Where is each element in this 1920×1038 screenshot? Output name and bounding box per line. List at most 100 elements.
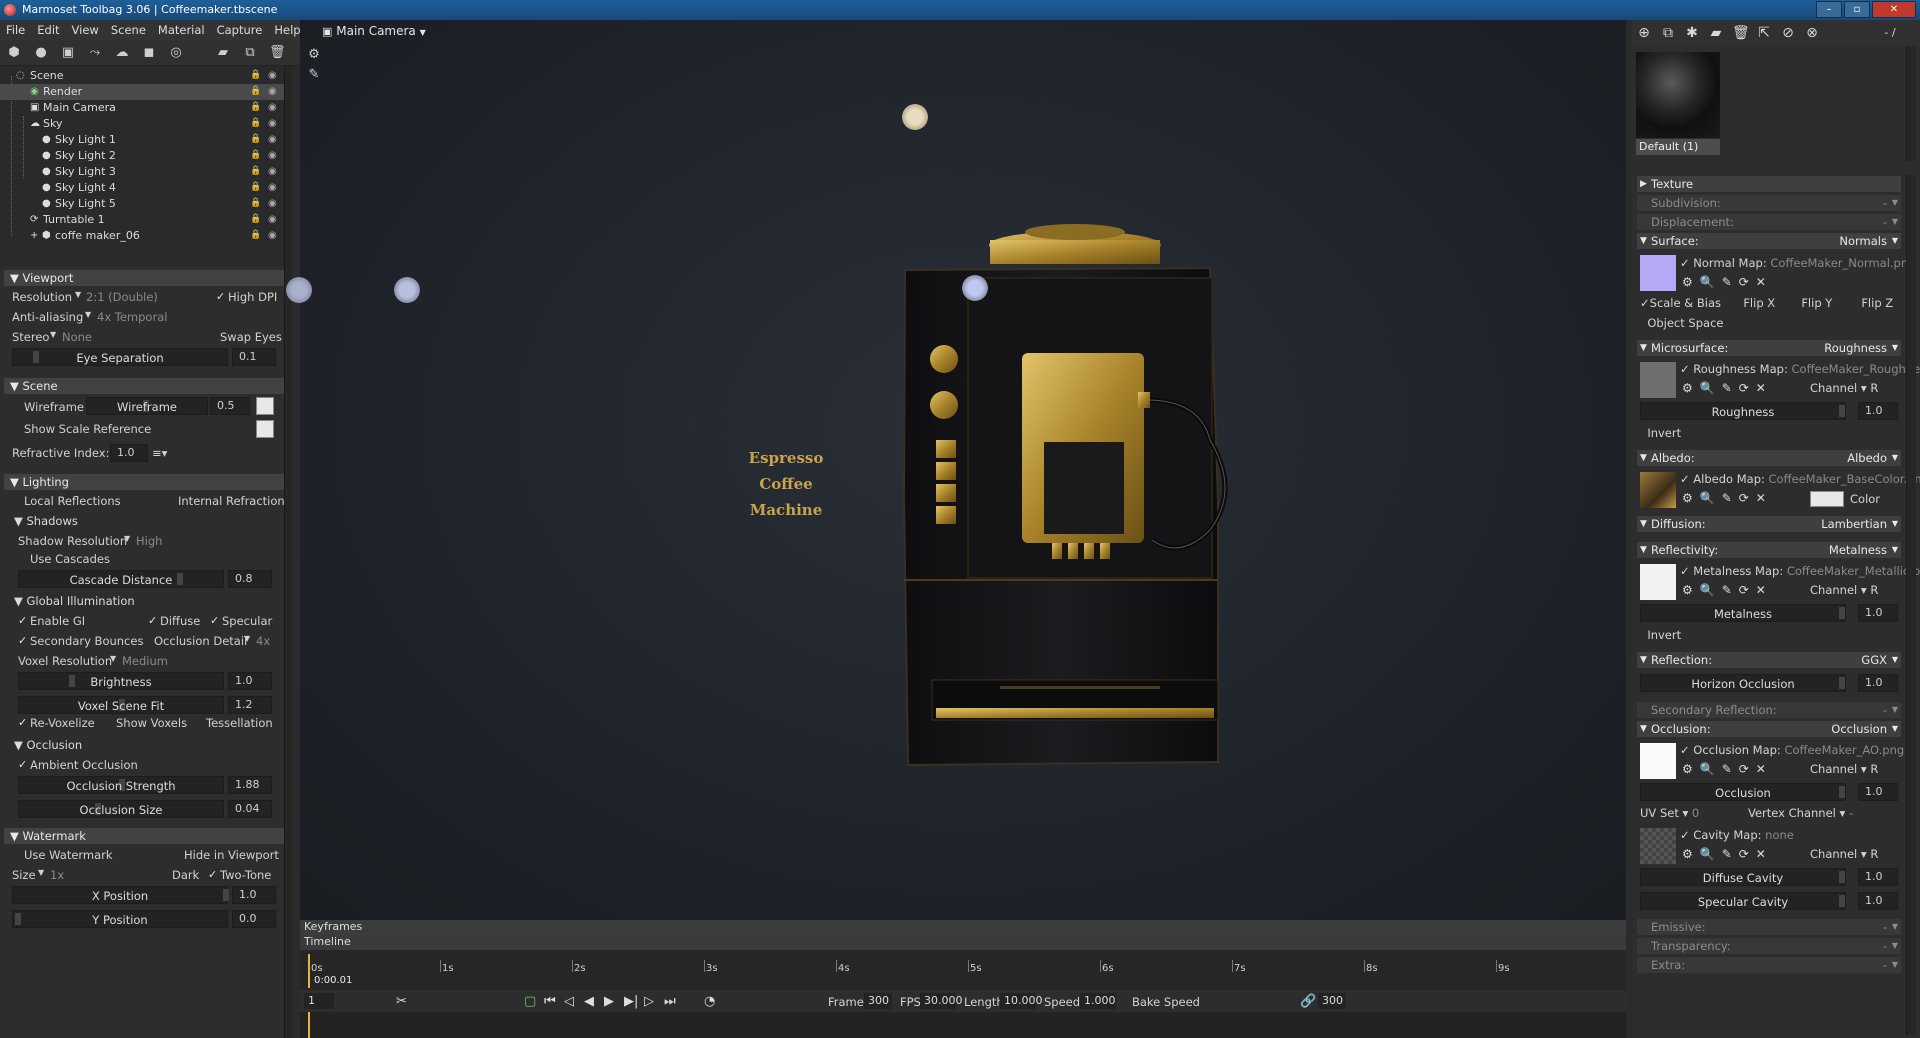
brightness-field[interactable]: 1.0 — [228, 672, 272, 690]
specular-cavity-field[interactable]: 1.0 — [1858, 892, 1898, 910]
antialiasing-value[interactable]: 4x Temporal — [97, 310, 167, 324]
wireframe-field[interactable]: 0.5 — [210, 397, 250, 415]
hide-in-viewport-checkbox[interactable] — [172, 850, 182, 860]
material-browser-icon[interactable]: ✱ — [1684, 25, 1700, 41]
flip-y-checkbox[interactable]: Flip Y — [1794, 296, 1832, 310]
refractive-field[interactable]: 1.0 — [110, 444, 148, 462]
tree-item-turntable[interactable]: ⟳ Turntable 1 🔒 ◉ — [0, 212, 290, 228]
voxel-resolution-value[interactable]: Medium — [122, 654, 168, 668]
tree-item-main-camera[interactable]: ▣ Main Camera 🔒 ◉ — [0, 100, 290, 116]
occlusion-size-slider[interactable]: Occlusion Size — [18, 800, 224, 818]
shadow-resolution-value[interactable]: High — [136, 534, 162, 548]
two-tone-checkbox[interactable]: ✓ — [208, 869, 218, 880]
metalness-slider[interactable]: Metalness — [1640, 604, 1846, 622]
tree-item-sky[interactable]: ☁ Sky 🔒 ◉ — [0, 116, 290, 132]
menu-view[interactable]: View — [66, 20, 105, 40]
flip-x-checkbox[interactable]: Flip X — [1736, 296, 1775, 310]
lock-icon[interactable]: 🔒 — [250, 118, 261, 128]
local-reflections-checkbox[interactable] — [12, 496, 22, 506]
sky-light-marker-4[interactable] — [962, 275, 988, 301]
normal-map-thumbnail[interactable] — [1640, 255, 1676, 291]
occlusion-map-tools[interactable]: ⚙🔍✎⟳✕ — [1682, 762, 1773, 776]
eye-icon[interactable]: ◉ — [268, 118, 279, 129]
refractive-preset-icon[interactable]: ≡▾ — [152, 446, 167, 460]
tree-item-sky-light-5[interactable]: ● Sky Light 5 🔒 ◉ — [0, 196, 290, 212]
duplicate-icon[interactable]: ⧉ — [242, 45, 258, 61]
ambient-occlusion-checkbox[interactable]: ✓ — [18, 759, 28, 770]
antialiasing-dropdown-icon[interactable]: ▼ — [85, 310, 91, 319]
vertex-channel-dropdown[interactable]: Vertex Channel ▾ - — [1748, 806, 1853, 820]
assign-icon[interactable]: ⇱ — [1756, 25, 1772, 41]
cavity-map-tools[interactable]: ⚙🔍✎⟳✕ — [1682, 847, 1773, 861]
length-field[interactable]: 10.000 — [1000, 993, 1043, 1009]
voxel-scene-fit-slider[interactable]: Voxel Scene Fit — [18, 696, 224, 714]
metalness-map-thumbnail[interactable] — [1640, 564, 1676, 600]
cascade-distance-field[interactable]: 0.8 — [228, 570, 272, 588]
scale-bias-checkbox[interactable]: ✓Scale & Bias — [1640, 296, 1721, 310]
gi-subheader[interactable]: ▼ Global Illumination — [14, 594, 135, 608]
tree-item-scene[interactable]: ◌ Scene 🔒 ◉ — [0, 68, 290, 84]
occlusion-subheader[interactable]: ▼ Occlusion — [14, 738, 82, 752]
bake-speed-button[interactable]: Bake Speed — [1132, 995, 1200, 1009]
folder-icon[interactable]: ▰ — [215, 45, 231, 61]
menu-edit[interactable]: Edit — [31, 20, 65, 40]
sky-light-marker-1[interactable] — [902, 104, 928, 130]
material-scrollbar[interactable] — [1906, 175, 1916, 1035]
object-space-checkbox[interactable]: Object Space — [1640, 316, 1723, 330]
eye-icon[interactable]: ◉ — [268, 198, 279, 209]
scale-color-swatch[interactable] — [256, 420, 274, 438]
emissive-header[interactable]: Emissive: - ▼ — [1637, 919, 1901, 935]
material-name[interactable]: Default (1) — [1636, 139, 1720, 155]
camera-icon[interactable]: ▣ — [60, 45, 76, 61]
albedo-map-tools[interactable]: ⚙🔍✎⟳✕ — [1682, 491, 1773, 505]
playhead[interactable] — [308, 954, 310, 988]
next-key-icon[interactable]: ▷ — [644, 994, 654, 1009]
y-position-slider[interactable]: Y Position — [12, 910, 228, 928]
occlusion-map-thumbnail[interactable] — [1640, 743, 1676, 779]
scissors-icon[interactable]: ✂ — [396, 994, 407, 1009]
lock-icon[interactable]: 🔒 — [250, 134, 261, 144]
subdivision-header[interactable]: Subdivision: - ▼ — [1637, 195, 1901, 211]
play-icon[interactable]: ▶ — [604, 994, 614, 1009]
use-cascades-checkbox[interactable] — [18, 554, 28, 564]
eye-icon[interactable]: ◉ — [268, 150, 279, 161]
eye-separation-slider[interactable]: Eye Separation — [12, 348, 228, 366]
frame-field[interactable]: 1 — [304, 993, 334, 1009]
lock-icon[interactable]: 🔒 — [250, 86, 261, 96]
occlusion-size-field[interactable]: 0.04 — [228, 800, 272, 818]
occlusion-slider[interactable]: Occlusion — [1640, 783, 1846, 801]
texture-header[interactable]: ▶ Texture — [1637, 176, 1901, 192]
sky-light-marker-3[interactable] — [394, 277, 420, 303]
occlusion-channel-dropdown[interactable]: Channel ▾ R — [1810, 762, 1878, 776]
tree-item-render[interactable]: ◉ Render 🔒 ◉ — [0, 84, 290, 100]
voxel-scene-fit-field[interactable]: 1.2 — [228, 696, 272, 714]
timeline-track[interactable] — [300, 1012, 1626, 1038]
fog-icon[interactable]: ☁ — [114, 45, 130, 61]
speed-dial-icon[interactable]: ◔ — [704, 994, 715, 1009]
eye-icon[interactable]: ◉ — [268, 102, 279, 113]
watermark-section-header[interactable]: ▼ Watermark — [4, 828, 284, 844]
reflectivity-header[interactable]: ▼ Reflectivity: Metalness ▼ — [1637, 542, 1901, 558]
revoxelize-checkbox[interactable]: ✓ — [18, 717, 28, 728]
diffuse-cavity-field[interactable]: 1.0 — [1858, 868, 1898, 886]
surface-header[interactable]: ▼ Surface: Normals ▼ — [1637, 233, 1901, 249]
speed-field[interactable]: 1.000 — [1080, 993, 1116, 1009]
duplicate-material-icon[interactable]: ⧉ — [1660, 25, 1676, 41]
brush-icon[interactable]: ✎ — [306, 67, 322, 83]
material-preview[interactable] — [1636, 52, 1720, 138]
timeline-bar[interactable]: Timeline — [300, 935, 1626, 950]
albedo-map-thumbnail[interactable] — [1640, 472, 1676, 508]
microsurface-header[interactable]: ▼ Microsurface: Roughness ▼ — [1637, 340, 1901, 356]
horizon-occlusion-field[interactable]: 1.0 — [1858, 674, 1898, 692]
end-frame-field[interactable]: 300 — [1318, 993, 1346, 1009]
resolution-dropdown-icon[interactable]: ▼ — [75, 290, 81, 299]
minimize-button[interactable]: – — [1816, 1, 1842, 18]
settings-scrollbar[interactable] — [284, 266, 292, 1038]
metalness-field[interactable]: 1.0 — [1858, 604, 1898, 622]
material-list-scrollbar[interactable] — [1906, 46, 1916, 161]
lock-icon[interactable]: 🔒 — [250, 230, 261, 240]
eye-icon[interactable]: ◉ — [268, 70, 279, 81]
stereo-value[interactable]: None — [62, 330, 92, 344]
wireframe-color-swatch[interactable] — [256, 397, 274, 415]
eye-separation-field[interactable]: 0.1 — [232, 348, 276, 366]
